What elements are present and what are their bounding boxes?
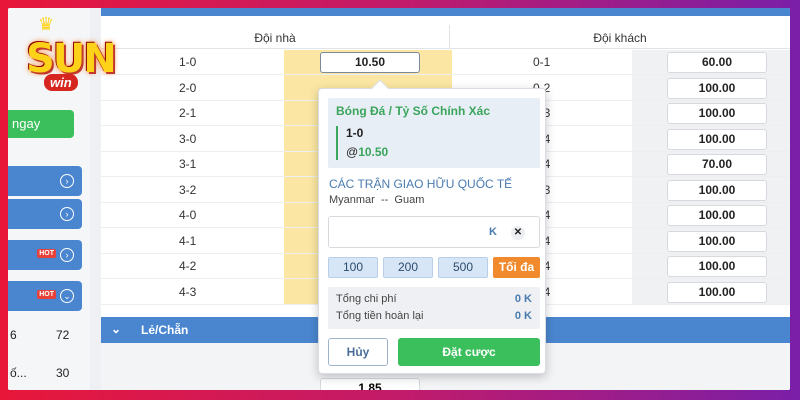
away-odd-button[interactable]: 100.00 [667, 256, 767, 277]
home-team: Myanmar [329, 194, 375, 206]
home-score: 3-2 [179, 182, 197, 197]
home-score: 2-0 [179, 80, 197, 95]
hot-badge: HOT [37, 249, 56, 258]
match-teams: Myanmar -- Guam [329, 194, 424, 206]
selection-score: 1-0 [346, 126, 364, 140]
crown-icon: ♛ [38, 14, 55, 34]
home-score: 3-0 [179, 131, 197, 146]
place-bet-button[interactable]: Đặt cược [398, 338, 540, 366]
sidebar-count-value: 30 [56, 366, 70, 380]
home-score: 4-1 [179, 233, 197, 248]
odd-button[interactable]: 1.85 [320, 378, 420, 390]
table-row: 1-0 10.50 0-1 60.00 [101, 50, 790, 75]
away-score: 0-1 [533, 55, 551, 69]
away-odd-button[interactable]: 60.00 [667, 52, 767, 73]
market-title: Bóng Đá / Tỷ Số Chính Xác [336, 104, 491, 118]
home-odd-button[interactable]: 10.50 [320, 52, 420, 73]
home-score: 4-2 [179, 259, 197, 273]
sidebar-item-4[interactable]: HOT ⌄ [8, 281, 82, 311]
max-stake-button[interactable]: Tối đa [493, 257, 540, 278]
away-odd-button[interactable]: 70.00 [667, 154, 767, 175]
quick-stake-500[interactable]: 500 [438, 257, 488, 278]
away-odd-button[interactable]: 100.00 [667, 179, 767, 201]
logo: ♛ SUN win [8, 8, 128, 108]
sidebar-count-value: 72 [56, 328, 70, 342]
sidebar-count-label: ố... [10, 366, 27, 380]
home-score: 4-3 [179, 284, 197, 299]
away-odd-button[interactable]: 100.00 [667, 205, 767, 226]
home-score: 3-1 [179, 157, 197, 171]
stake-unit: K [489, 226, 497, 238]
chevron-right-icon: › [60, 248, 74, 262]
home-team-header: Đội nhà [254, 31, 296, 45]
sidebar-item-2[interactable]: › [8, 199, 82, 229]
away-odd-button[interactable]: 100.00 [667, 281, 767, 303]
away-odd-button[interactable]: 100.00 [667, 77, 767, 99]
hot-badge: HOT [37, 290, 56, 299]
chevron-right-icon: › [60, 174, 74, 188]
total-return-label: Tổng tiền hoàn lại [336, 310, 424, 322]
home-score: 2-1 [179, 106, 197, 120]
table-header: Đội nhà Đội khách [101, 25, 790, 49]
bet-summary: Tổng chi phí 0 K Tổng tiền hoàn lại 0 K [328, 287, 540, 329]
odd-prefix: @ [346, 145, 359, 159]
cta-button[interactable]: ngay [8, 110, 74, 138]
sidebar-item-3[interactable]: HOT › [8, 240, 82, 270]
sidebar-count-label: 6 [10, 328, 17, 342]
total-cost-value: 0 K [514, 293, 532, 305]
sidebar-item-1[interactable]: › [8, 166, 82, 196]
away-team-header: Đội khách [593, 31, 647, 45]
section-header-bar [101, 8, 790, 16]
away-odd-button[interactable]: 100.00 [667, 103, 767, 124]
clear-icon[interactable]: ✕ [511, 226, 525, 240]
odd-value: 10.50 [358, 145, 389, 159]
league-name: CÁC TRẬN GIAO HỮU QUỐC TẾ [329, 177, 513, 191]
chevron-down-icon: ⌄ [60, 289, 74, 303]
home-score: 4-0 [179, 208, 197, 222]
chevron-right-icon: › [60, 207, 74, 221]
section-title: Lẻ/Chẵn [141, 323, 189, 337]
home-score: 1-0 [179, 55, 197, 69]
away-odd-button[interactable]: 100.00 [667, 230, 767, 252]
quick-stake-200[interactable]: 200 [383, 257, 433, 278]
betslip-popup: Bóng Đá / Tỷ Số Chính Xác 1-0 @10.50 CÁC… [318, 79, 546, 374]
away-odd-button[interactable]: 100.00 [667, 128, 767, 150]
stake-input[interactable]: K ✕ [328, 216, 540, 248]
app-frame: › › HOT › HOT ⌄ 6 72 ố... 30 ngay Đội nh… [8, 8, 790, 390]
away-team: Guam [394, 194, 425, 206]
total-cost-label: Tổng chi phí [336, 293, 397, 305]
selection-odd: @10.50 [346, 145, 388, 159]
bet-info: Bóng Đá / Tỷ Số Chính Xác 1-0 @10.50 [328, 98, 540, 168]
cancel-button[interactable]: Hủy [328, 338, 388, 366]
chevron-down-icon: ⌄ [111, 322, 122, 336]
team-separator: -- [380, 194, 389, 206]
quick-stake-100[interactable]: 100 [328, 257, 378, 278]
logo-subtext: win [44, 74, 78, 91]
selection-bar [336, 126, 338, 160]
total-return-value: 0 K [514, 310, 532, 322]
